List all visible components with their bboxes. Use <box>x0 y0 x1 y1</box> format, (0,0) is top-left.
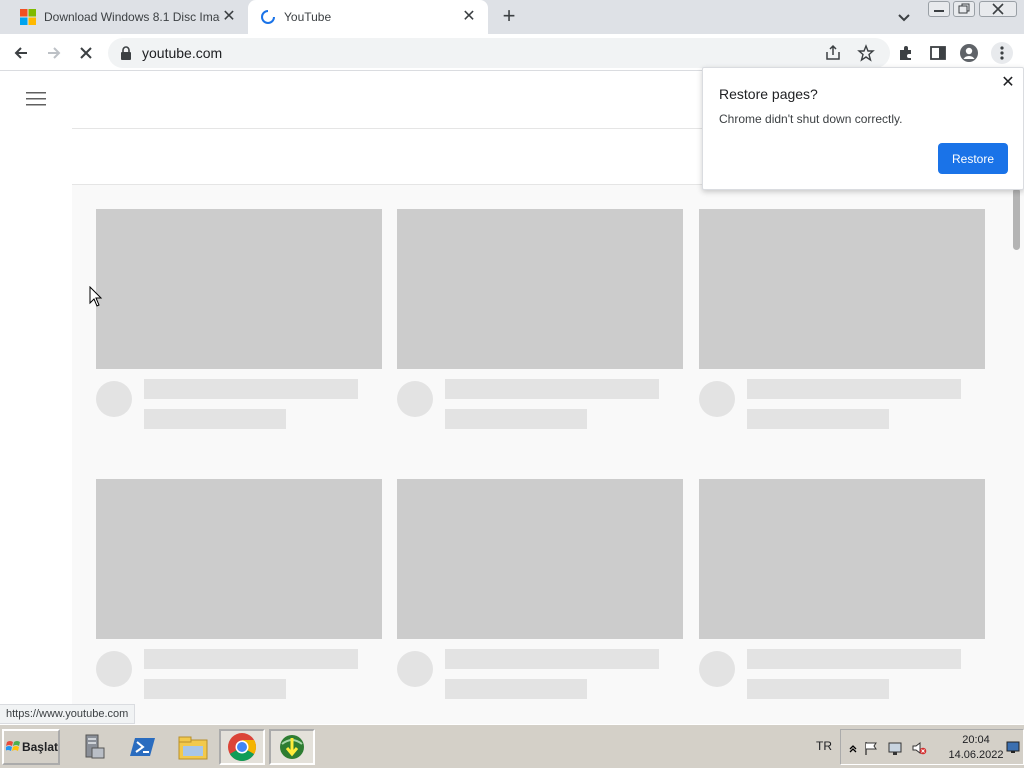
share-icon <box>826 44 840 60</box>
close-icon[interactable]: ✕ <box>999 74 1017 92</box>
meta-placeholder <box>747 679 889 699</box>
thumbnail-placeholder <box>96 209 382 369</box>
avatar-placeholder <box>96 651 132 687</box>
status-link-preview: https://www.youtube.com <box>0 704 136 724</box>
side-panel-button[interactable] <box>927 42 949 64</box>
side-panel-icon <box>930 46 946 60</box>
chevron-down-icon[interactable] <box>894 8 914 28</box>
tab-youtube[interactable]: YouTube ✕ <box>248 0 488 34</box>
taskbar: Başlat TR 20:04 14.06.2022 <box>0 724 1024 768</box>
restore-pages-dialog: Restore pages? Chrome didn't shut down c… <box>702 67 1024 190</box>
dialog-message: Chrome didn't shut down correctly. <box>719 112 903 126</box>
meta-placeholder <box>445 409 587 429</box>
chevron-up-icon[interactable] <box>845 740 861 756</box>
network-icon[interactable] <box>887 740 903 756</box>
internet-download-manager-icon <box>280 735 304 759</box>
flag-icon[interactable] <box>863 740 879 756</box>
minimize-button[interactable] <box>928 1 950 17</box>
close-icon <box>992 3 1004 15</box>
close-icon[interactable]: ✕ <box>220 8 238 26</box>
thumbnail-placeholder <box>96 479 382 639</box>
tab-title: YouTube <box>284 10 332 24</box>
restore-button[interactable]: Restore <box>938 143 1008 174</box>
extensions-icon <box>900 46 911 60</box>
scrollbar[interactable] <box>1010 185 1024 724</box>
browser-toolbar: youtube.com <box>0 34 1024 71</box>
lock-icon[interactable] <box>120 46 132 60</box>
more-icon <box>1000 46 1004 60</box>
dialog-title: Restore pages? <box>719 86 818 102</box>
avatar-placeholder <box>96 381 132 417</box>
thumbnail-placeholder <box>699 479 985 639</box>
thumbnail-placeholder <box>699 209 985 369</box>
close-window-button[interactable] <box>979 1 1017 17</box>
restore-window-icon <box>958 3 970 14</box>
mouse-cursor-icon <box>89 286 103 307</box>
thumbnail-placeholder <box>397 209 683 369</box>
back-button[interactable] <box>10 42 32 64</box>
avatar-placeholder <box>699 651 735 687</box>
server-manager-icon <box>85 734 105 759</box>
title-placeholder <box>144 649 358 669</box>
profile-button[interactable] <box>958 42 980 64</box>
share-button[interactable] <box>822 42 844 64</box>
star-icon <box>857 44 875 62</box>
tab-title: Download Windows 8.1 Disc Image <box>44 10 220 24</box>
url-text[interactable]: youtube.com <box>142 45 222 61</box>
meta-placeholder <box>144 409 286 429</box>
restore-window-button[interactable] <box>953 1 975 17</box>
stop-icon <box>80 47 92 59</box>
windows-logo-icon <box>20 9 36 25</box>
volume-muted-icon[interactable] <box>911 740 927 756</box>
meta-placeholder <box>445 679 587 699</box>
show-desktop-button[interactable] <box>1006 738 1020 756</box>
avatar-placeholder <box>397 651 433 687</box>
stop-button[interactable] <box>75 42 97 64</box>
forward-button[interactable] <box>43 42 65 64</box>
show-desktop-icon <box>1006 741 1020 753</box>
title-placeholder <box>747 649 961 669</box>
clock-date[interactable]: 14.06.2022 <box>941 749 1011 761</box>
taskbar-powershell[interactable] <box>120 729 166 765</box>
more-button[interactable] <box>991 42 1013 64</box>
video-grid <box>72 185 1024 724</box>
address-bar[interactable]: youtube.com <box>108 38 890 68</box>
taskbar-chrome[interactable] <box>219 729 265 765</box>
meta-placeholder <box>144 679 286 699</box>
title-placeholder <box>445 379 659 399</box>
avatar-placeholder <box>699 381 735 417</box>
meta-placeholder <box>747 409 889 429</box>
taskbar-file-explorer[interactable] <box>170 729 216 765</box>
title-placeholder <box>445 649 659 669</box>
back-icon <box>14 47 27 59</box>
language-indicator[interactable]: TR <box>816 739 832 753</box>
file-explorer-icon <box>178 736 208 760</box>
avatar-placeholder <box>397 381 433 417</box>
system-tray: 20:04 14.06.2022 <box>840 729 1024 765</box>
clock-time[interactable]: 20:04 <box>941 734 1011 746</box>
title-placeholder <box>747 379 961 399</box>
extensions-button[interactable] <box>895 42 917 64</box>
chrome-icon <box>228 733 256 761</box>
close-icon[interactable]: ✕ <box>460 8 478 26</box>
title-placeholder <box>144 379 358 399</box>
powershell-icon <box>130 738 155 756</box>
minimize-icon <box>934 10 944 12</box>
taskbar-download-manager[interactable] <box>269 729 315 765</box>
thumbnail-placeholder <box>397 479 683 639</box>
taskbar-server-manager[interactable] <box>70 729 116 765</box>
tab-strip: Download Windows 8.1 Disc Image ✕ YouTub… <box>0 0 1024 34</box>
new-tab-button[interactable]: + <box>498 5 520 28</box>
bookmark-button[interactable] <box>855 42 877 64</box>
windows-flag-icon <box>6 741 20 751</box>
loading-spinner-icon <box>261 10 275 24</box>
hamburger-menu-icon[interactable] <box>26 90 46 108</box>
profile-icon <box>960 44 978 62</box>
forward-icon <box>48 47 61 59</box>
scrollbar-thumb[interactable] <box>1013 188 1020 250</box>
tab-windows-download[interactable]: Download Windows 8.1 Disc Image ✕ <box>8 0 248 34</box>
start-label: Başlat <box>21 740 58 754</box>
start-button[interactable]: Başlat <box>2 729 60 765</box>
